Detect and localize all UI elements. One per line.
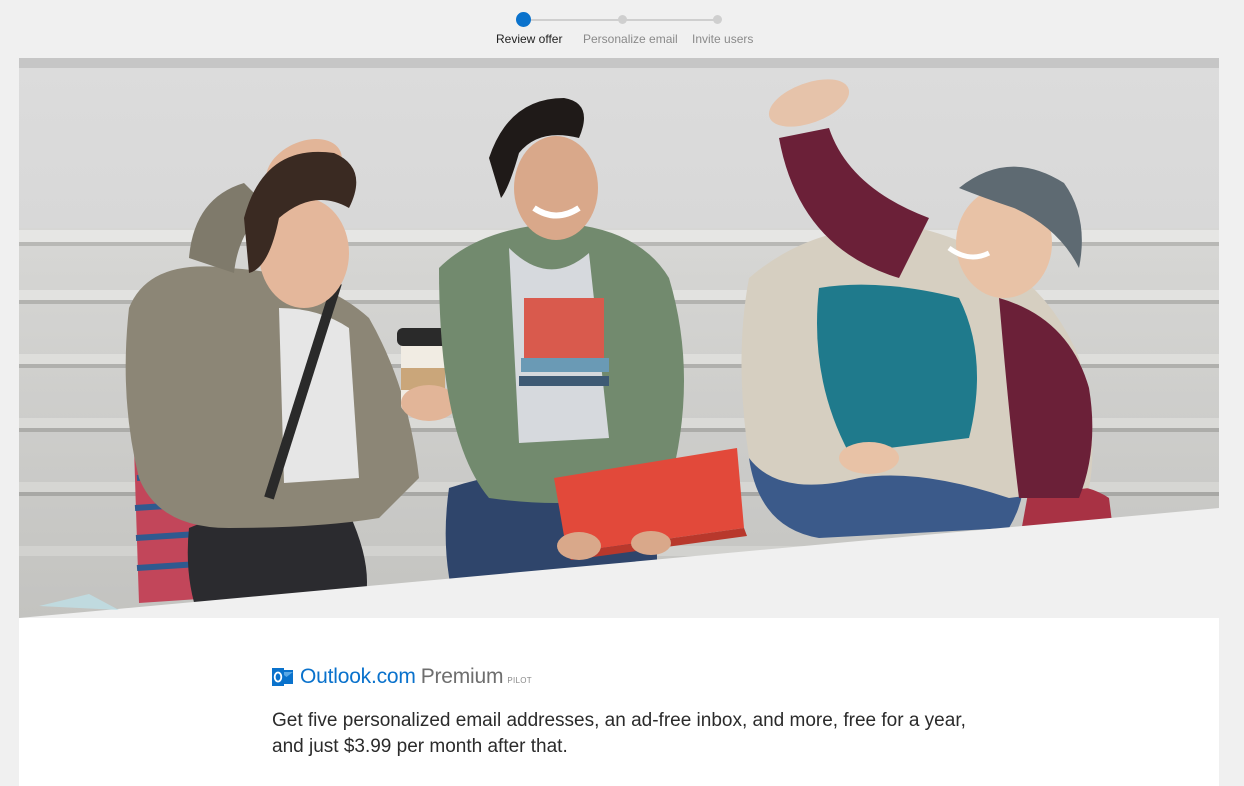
step-label: Invite users — [692, 32, 754, 46]
hero-photo-image — [19, 58, 1219, 618]
step-label: Personalize email — [583, 32, 678, 46]
offer-description: Get five personalized email addresses, a… — [272, 710, 966, 757]
progress-stepper: Review offer Personalize email Invite us… — [484, 12, 774, 52]
offer-card: Outlook.com Premium PILOT Get five perso… — [19, 58, 1219, 786]
step-dot — [713, 15, 722, 24]
brand-pilot-tag: PILOT — [507, 676, 532, 685]
offer-content — [19, 618, 1219, 786]
brand-name: Outlook.com — [300, 665, 416, 688]
outlook-logo-icon — [272, 668, 293, 686]
brand-premium: Premium — [420, 665, 504, 688]
outlook-premium-logo: Outlook.com Premium PILOT — [272, 663, 532, 689]
step-dot-active — [516, 12, 531, 27]
step-label: Review offer — [496, 32, 563, 46]
step-dot — [618, 15, 627, 24]
